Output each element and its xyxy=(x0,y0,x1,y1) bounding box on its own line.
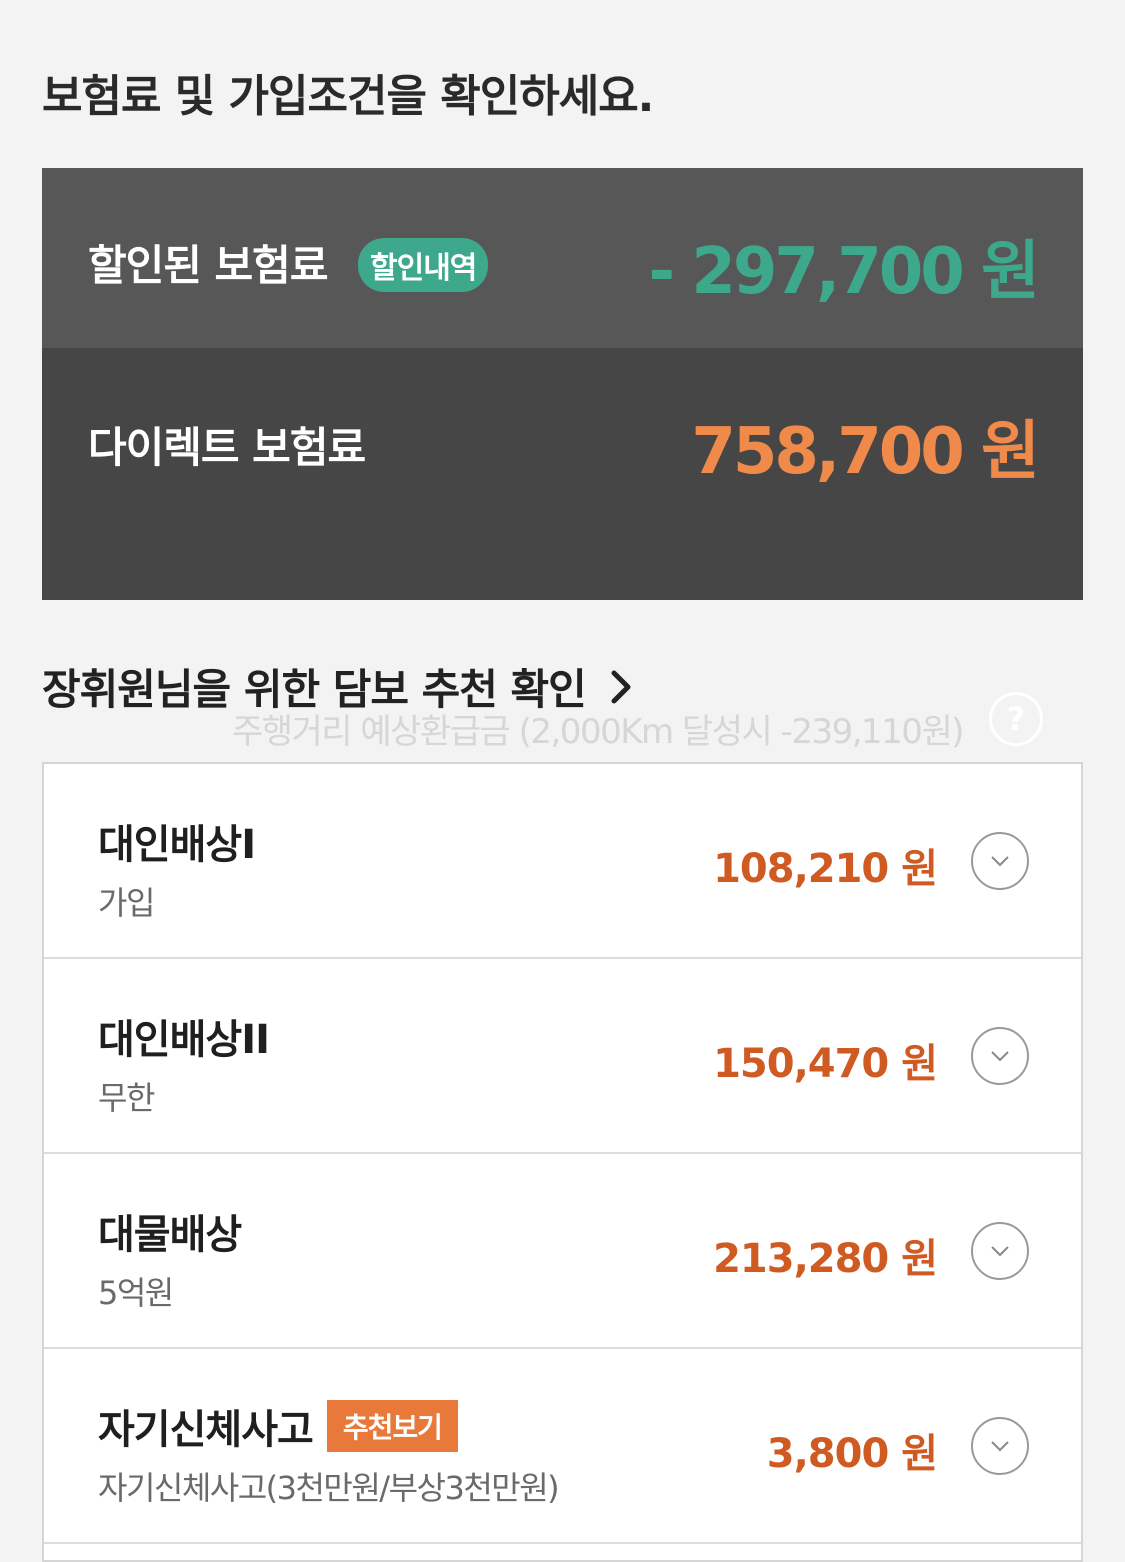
coverage-price: 3,800 원 xyxy=(766,1431,938,1477)
premium-summary: 할인된 보험료 할인내역 - 297,700 원 다이렉트 보험료 주행거리 예… xyxy=(42,168,1083,752)
coverage-recommendation-link[interactable]: 장휘원님을 위한 담보 추천 확인 xyxy=(42,656,632,717)
coverage-name: 대물배상 xyxy=(98,1212,242,1258)
chevron-down-circle-icon[interactable] xyxy=(971,832,1029,890)
discount-label: 할인된 보험료 xyxy=(88,241,328,290)
coverage-item[interactable]: 대인배상II 무한 150,470 원 xyxy=(44,959,1081,1154)
coverage-detail: 가입 xyxy=(98,884,155,922)
coverage-item[interactable]: 대물배상 5억원 213,280 원 xyxy=(44,1154,1081,1349)
chevron-down-circle-icon[interactable] xyxy=(971,1027,1029,1085)
coverage-price: 150,470 원 xyxy=(713,1041,938,1087)
recommendation-label: 장휘원님을 위한 담보 추천 확인 xyxy=(42,665,587,714)
coverage-detail: 5억원 xyxy=(98,1274,174,1312)
discount-amount: - 297,700 원 xyxy=(648,235,1040,309)
coverage-item[interactable]: 자기신체사고 추천보기 자기신체사고(3천만원/부상3천만원) 3,800 원 xyxy=(44,1349,1081,1544)
coverage-detail: 무한 xyxy=(98,1079,155,1117)
page-title: 보험료 및 가입조건을 확인하세요. xyxy=(42,71,654,122)
coverage-name-row: 자기신체사고 추천보기 xyxy=(98,1397,458,1455)
coverage-detail: 자기신체사고(3천만원/부상3천만원) xyxy=(98,1469,560,1507)
direct-premium-label: 다이렉트 보험료 xyxy=(88,423,366,472)
help-symbol: ? xyxy=(1006,700,1026,738)
recommend-view-button[interactable]: 추천보기 xyxy=(326,1400,458,1452)
chevron-down-circle-icon[interactable] xyxy=(971,1222,1029,1280)
discount-row: 할인된 보험료 할인내역 - 297,700 원 xyxy=(42,168,1083,348)
chevron-right-icon xyxy=(611,670,631,703)
coverage-price: 108,210 원 xyxy=(713,846,938,892)
discount-details-button[interactable]: 할인내역 xyxy=(358,238,489,292)
coverage-name: 자기신체사고 xyxy=(98,1407,314,1453)
coverage-name: 대인배상I xyxy=(98,822,256,868)
coverage-list: 대인배상I 가입 108,210 원 대인배상II 무한 150,470 원 대… xyxy=(42,762,1083,1562)
coverage-price: 213,280 원 xyxy=(713,1236,938,1282)
coverage-item[interactable]: 대인배상I 가입 108,210 원 xyxy=(44,764,1081,959)
question-circle-icon[interactable]: ? xyxy=(989,692,1043,746)
chevron-down-circle-icon[interactable] xyxy=(971,1417,1029,1475)
direct-premium-amount: 758,700 원 xyxy=(691,415,1040,489)
coverage-name: 대인배상II xyxy=(98,1017,270,1063)
